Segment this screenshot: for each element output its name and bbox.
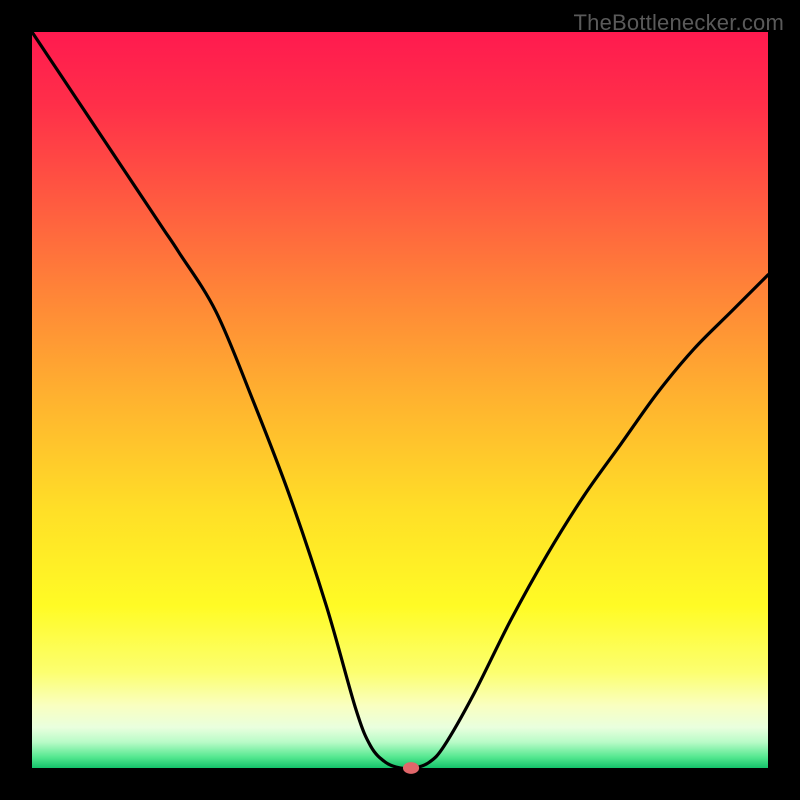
- chart-frame: TheBottlenecker.com: [12, 12, 788, 788]
- bottleneck-chart: [12, 12, 788, 788]
- optimal-marker: [403, 762, 419, 774]
- watermark-label: TheBottlenecker.com: [574, 10, 784, 36]
- chart-background: [32, 32, 768, 768]
